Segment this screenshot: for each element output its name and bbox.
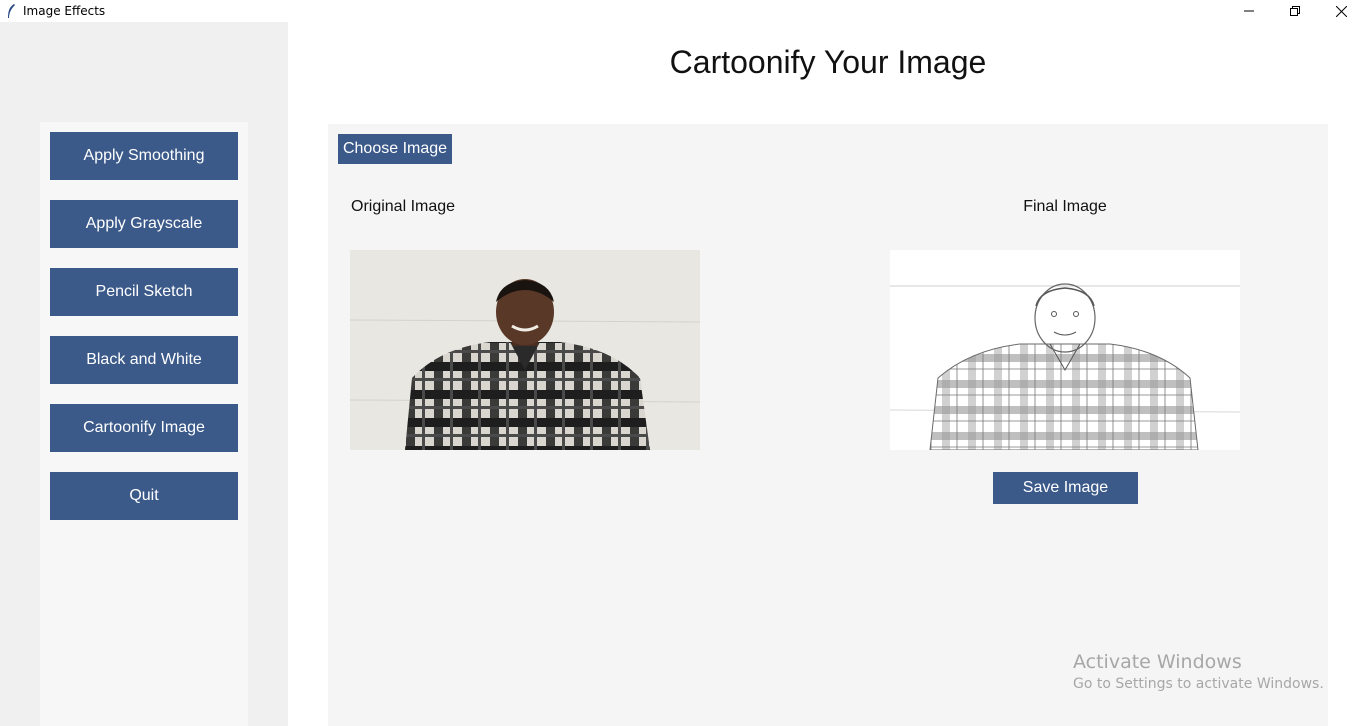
activate-windows-subtext: Go to Settings to activate Windows. — [1073, 676, 1324, 692]
page-title: Cartoonify Your Image — [669, 44, 987, 80]
apply-smoothing-button[interactable]: Apply Smoothing — [50, 132, 238, 180]
feather-icon — [8, 4, 15, 18]
original-image-label: Original Image — [351, 198, 456, 215]
close-icon — [1335, 5, 1347, 17]
restore-button[interactable] — [1272, 0, 1318, 22]
minimize-button[interactable] — [1226, 0, 1272, 22]
close-button[interactable] — [1318, 0, 1364, 22]
title-bar: Image Effects — [0, 0, 1364, 22]
quit-button[interactable]: Quit — [50, 472, 238, 520]
final-image — [890, 250, 1240, 450]
cartoonify-image-button[interactable]: Cartoonify Image — [50, 404, 238, 452]
final-image-label: Final Image — [1023, 198, 1107, 215]
window-title: Image Effects — [23, 4, 106, 18]
minimize-icon — [1244, 10, 1254, 12]
activate-windows-heading: Activate Windows — [1073, 651, 1242, 673]
save-image-button[interactable]: Save Image — [993, 472, 1138, 504]
apply-grayscale-button[interactable]: Apply Grayscale — [50, 200, 238, 248]
pencil-sketch-button[interactable]: Pencil Sketch — [50, 268, 238, 316]
original-image — [350, 250, 700, 450]
black-and-white-button[interactable]: Black and White — [50, 336, 238, 384]
restore-icon — [1290, 6, 1300, 16]
choose-image-button[interactable]: Choose Image — [338, 134, 452, 164]
